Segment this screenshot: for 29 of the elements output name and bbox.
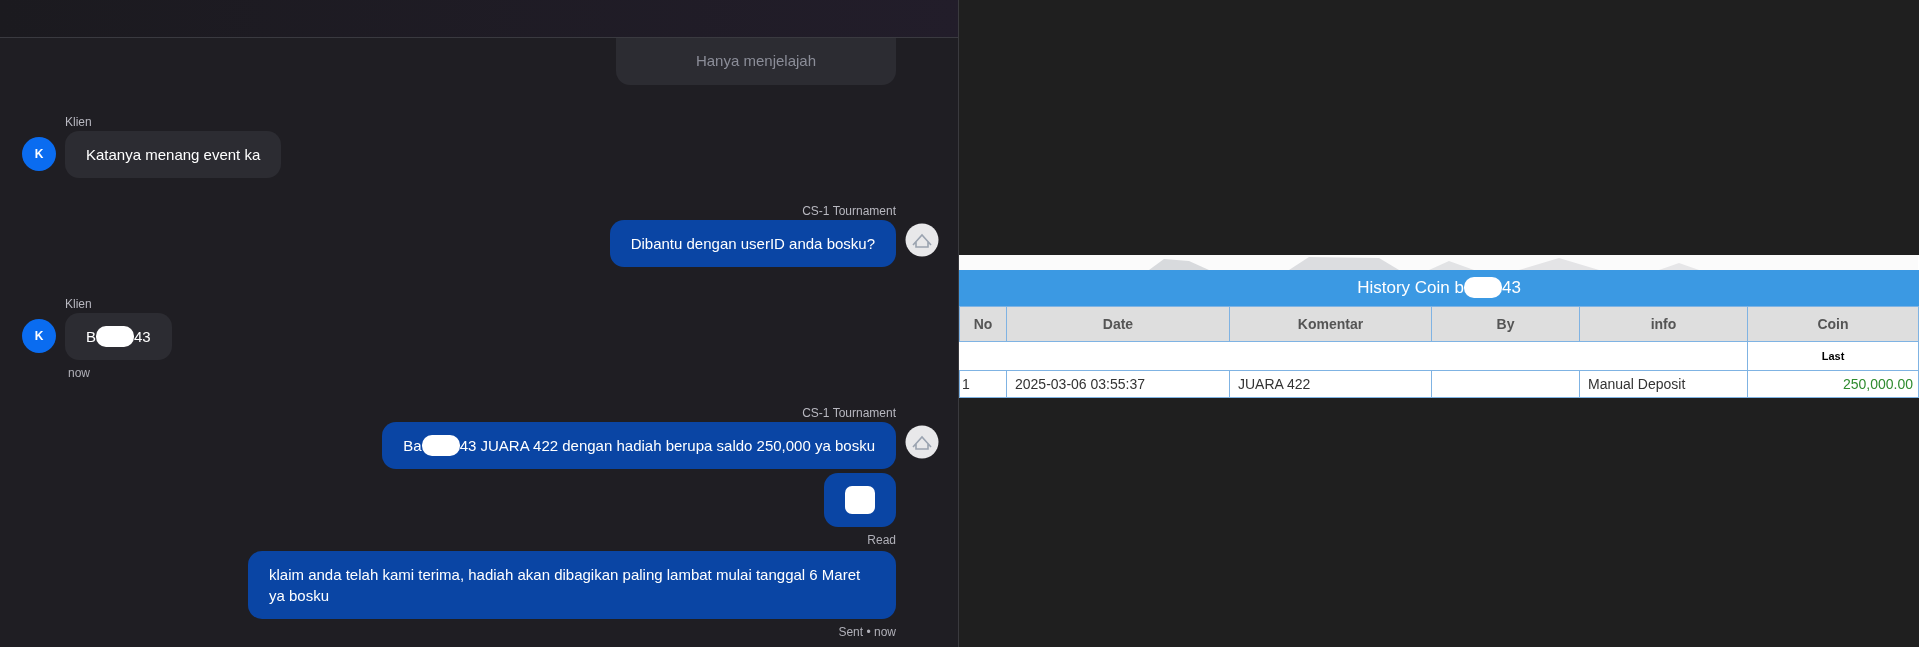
sender-name: Klien — [65, 115, 92, 129]
message-bubble: Katanya menang event ka — [65, 131, 282, 178]
column-subheader: Last — [1821, 350, 1845, 362]
column-header: Komentar — [1297, 316, 1364, 332]
column-header: No — [973, 316, 993, 332]
table-cell: 2025-03-06 03:55:37 — [1015, 376, 1145, 392]
message-status: Sent • now — [838, 625, 896, 639]
column-header: By — [1496, 316, 1515, 332]
message-bubble: Dibantu dengan userID anda bosku? — [609, 220, 896, 267]
table-title: History Coin b 43 — [959, 270, 1919, 306]
table-cell: 250,000.00 — [1842, 376, 1913, 392]
column-header: Date — [1102, 316, 1134, 332]
table-cell: JUARA 422 — [1238, 376, 1311, 392]
column-header: info — [1650, 316, 1677, 332]
message-status: now — [68, 366, 90, 380]
message-bubble: Hanya menjelajah — [615, 38, 896, 85]
sender-name: CS-1 Tournament — [802, 406, 896, 420]
column-header: Coin — [1817, 316, 1849, 332]
message-bubble — [824, 473, 896, 527]
message-bubble: B 43 — [65, 313, 172, 360]
message-bubble: Ba 43 JUARA 422 dengan hadiah berupa saldo 250,000 ya bosku — [382, 422, 896, 469]
sender-name: CS-1 Tournament — [802, 204, 896, 218]
table-cell: 1 — [962, 376, 970, 392]
table-cell: Manual Deposit — [1588, 376, 1686, 392]
message-bubble: klaim anda telah kami terima, hadiah akan dibagikan paling lambat mulai tanggal 6 Maret ya bosku — [248, 551, 896, 619]
sender-name: Klien — [65, 297, 92, 311]
avatar-icon: K — [22, 137, 56, 171]
message-status: Read — [867, 533, 896, 547]
avatar-icon: K — [22, 319, 56, 353]
